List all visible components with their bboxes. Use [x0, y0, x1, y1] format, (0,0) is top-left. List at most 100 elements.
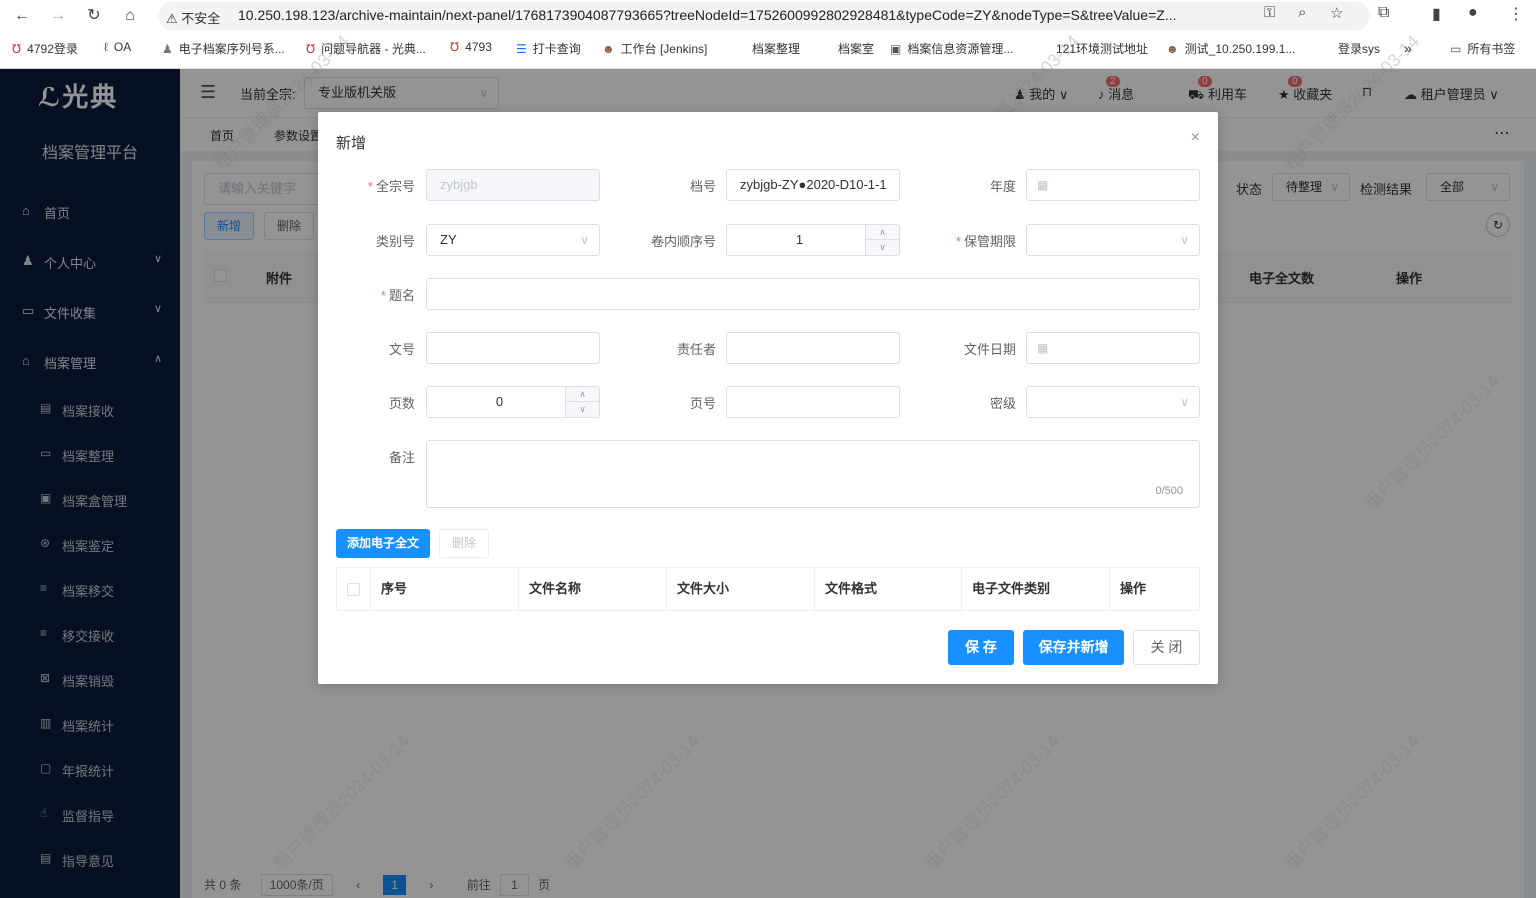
bookmark-item[interactable]: ℧ 4792登录	[12, 40, 78, 57]
calendar-icon: ▦	[1037, 178, 1049, 192]
dialog-title: 新增	[336, 135, 367, 152]
bookmark-icon: ▣	[890, 42, 902, 56]
pages-stepper[interactable]: 0 ∧ ∨	[426, 386, 600, 418]
bookmark-item[interactable]: ☰ 打卡查询	[516, 40, 581, 57]
add-fulltext-button[interactable]: 添加电子全文	[336, 529, 430, 558]
select-all-checkbox-cell	[337, 568, 371, 610]
seq-label: 卷内顺序号	[650, 234, 716, 249]
retention-label-text: 保管期限	[963, 234, 1016, 249]
col-operation: 操作	[1120, 581, 1147, 596]
close-button[interactable]: 关 闭	[1133, 630, 1200, 665]
remark-textarea[interactable]: 0/500	[426, 440, 1200, 508]
url-text[interactable]: 10.250.198.123/archive-maintain/next-pan…	[238, 7, 1248, 23]
fonds-no-input[interactable]: zybjgb	[426, 169, 600, 201]
bookmark-label: OA	[113, 40, 132, 54]
bookmark-item[interactable]: ☻ 工作台 [Jenkins]	[602, 40, 707, 57]
menu-icon[interactable]: ⋮	[1508, 4, 1524, 24]
bookmark-label: 电子档案序列号系...	[178, 42, 285, 56]
col-file-name: 文件名称	[519, 568, 667, 610]
pages-value: 0	[495, 394, 504, 409]
bookmark-icon: ♟	[162, 42, 173, 56]
add-dialog: 新增 × * 全宗号 zybjgb 档号 zybjgb-ZY●2020-D10-1…	[318, 112, 1218, 684]
extensions-icon[interactable]: ⧉	[1378, 4, 1389, 22]
bookmark-label: 测试_10.250.199.1...	[1184, 42, 1296, 56]
folder-icon: ▭	[1450, 42, 1462, 56]
profile-icon[interactable]: ●	[1468, 4, 1478, 22]
secret-select[interactable]: ∨	[1026, 386, 1200, 418]
calendar-icon: ▦	[1037, 341, 1049, 355]
bookmark-item[interactable]: ℧ 4793	[450, 40, 492, 54]
url-bar[interactable]: ⚠ 不安全 10.250.198.123/archive-maintain/ne…	[158, 2, 1370, 30]
zoom-icon[interactable]: ⌕	[1298, 4, 1306, 21]
increase-icon[interactable]: ∧	[566, 387, 599, 402]
retention-select[interactable]: ∨	[1026, 224, 1200, 256]
seq-stepper-controls[interactable]: ∧ ∨	[865, 225, 899, 255]
save-and-new-button[interactable]: 保存并新增	[1023, 630, 1124, 665]
page-no-label: 页号	[689, 396, 716, 411]
bookmark-item[interactable]: ☻ 测试_10.250.199.1...	[1166, 40, 1295, 57]
home-icon[interactable]: ⌂	[118, 4, 142, 28]
category-value: ZY	[440, 232, 457, 247]
watermark: 租户管理员2024-03-14	[920, 731, 1064, 875]
select-all-checkbox[interactable]	[347, 583, 360, 597]
year-label: 年度	[989, 179, 1016, 194]
bookmark-item[interactable]: 档案室	[838, 40, 874, 57]
bookmark-label: 4792登录	[27, 42, 78, 56]
close-icon[interactable]: ×	[1191, 129, 1200, 147]
fonds-no-label: * 全宗号	[367, 179, 415, 194]
title-label: * 题名	[380, 288, 415, 303]
sidepanel-icon[interactable]: ▮	[1432, 4, 1441, 24]
doc-date-label: 文件日期	[963, 342, 1016, 357]
reload-icon[interactable]: ↻	[82, 4, 106, 28]
decrease-icon[interactable]: ∨	[566, 402, 599, 417]
seq-value: 1	[795, 232, 804, 247]
title-input[interactable]	[426, 278, 1200, 310]
watermark: 租户管理员2024-03-14	[1280, 731, 1424, 875]
fonds-no-label-text: 全宗号	[375, 179, 415, 194]
chevron-down-icon: ∨	[1180, 233, 1189, 247]
bookmark-icon: ℓ	[104, 40, 108, 54]
bookmark-label: 4793	[465, 40, 492, 54]
insecure-label: 不安全	[181, 11, 221, 26]
bookmark-icon: ☻	[602, 42, 615, 56]
archive-no-input[interactable]: zybjgb-ZY●2020-D10-1-1	[726, 169, 900, 201]
watermark: 租户管理员2024-03-14	[270, 731, 414, 875]
insecure-indicator[interactable]: ⚠ 不安全	[166, 8, 220, 27]
delete-attachment-button[interactable]: 删除	[439, 529, 489, 558]
category-select[interactable]: ZY ∨	[426, 224, 600, 256]
bookmark-icon: ℧	[450, 40, 460, 54]
doc-no-input[interactable]	[426, 332, 600, 364]
secret-label: 密级	[989, 396, 1016, 411]
increase-icon[interactable]: ∧	[866, 225, 899, 240]
pages-label: 页数	[388, 396, 415, 411]
title-label-text: 题名	[388, 288, 415, 303]
bookmarks-bar: ℧ 4792登录 ℓ OA ♟ 电子档案序列号系... ℧ 问题导航器 - 光典... …	[0, 36, 1536, 60]
year-picker[interactable]: ▦	[1026, 169, 1200, 201]
key-icon[interactable]: ⚿	[1264, 4, 1275, 21]
remark-label: 备注	[388, 450, 415, 465]
seq-stepper[interactable]: 1 ∧ ∨	[726, 224, 900, 256]
all-bookmarks[interactable]: ▭ 所有书签	[1450, 40, 1515, 57]
browser-chrome: ← → ↻ ⌂ ⚠ 不安全 10.250.198.123/archive-mai…	[0, 0, 1536, 69]
save-button[interactable]: 保 存	[948, 630, 1014, 665]
page-no-input[interactable]	[726, 386, 900, 418]
star-icon[interactable]: ☆	[1330, 4, 1343, 22]
forward-icon[interactable]: →	[46, 4, 70, 28]
address-row: ← → ↻ ⌂ ⚠ 不安全 10.250.198.123/archive-mai…	[0, 0, 1536, 32]
doc-no-label: 文号	[388, 342, 415, 357]
back-icon[interactable]: ←	[10, 4, 34, 28]
all-bookmarks-label: 所有书签	[1467, 42, 1516, 56]
bookmark-icon: ☻	[1166, 42, 1179, 56]
bookmark-item[interactable]: ▣ 档案信息资源管理...	[890, 40, 1013, 57]
bookmark-item[interactable]: ℓ OA	[104, 40, 131, 54]
pages-stepper-controls[interactable]: ∧ ∨	[565, 387, 599, 417]
bookmark-item[interactable]: ♟ 电子档案序列号系...	[162, 40, 285, 57]
bookmark-item[interactable]: 登录sys	[1338, 40, 1380, 57]
archive-no-label: 档号	[689, 179, 716, 194]
remark-counter: 0/500	[1155, 485, 1183, 497]
doc-date-picker[interactable]: ▦	[1026, 332, 1200, 364]
chevron-down-icon: ∨	[580, 233, 589, 247]
responsible-input[interactable]	[726, 332, 900, 364]
bookmark-item[interactable]: 档案整理	[752, 40, 800, 57]
decrease-icon[interactable]: ∨	[866, 240, 899, 255]
